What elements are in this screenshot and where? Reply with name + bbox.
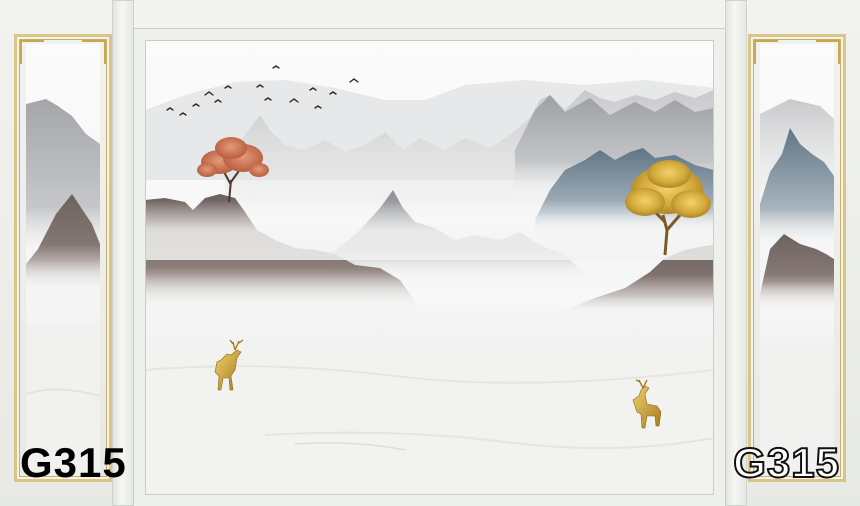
right-frame-corner-ornament — [754, 40, 778, 64]
product-code-left: G315 — [20, 439, 127, 486]
right-frame-corner-ornament — [816, 40, 840, 64]
left-panel-frame — [14, 34, 112, 482]
left-pilaster — [112, 0, 134, 506]
right-panel-frame — [748, 34, 846, 482]
main-mural-frame — [134, 29, 725, 506]
mural-preview: G315 G315 — [0, 0, 860, 506]
left-frame-corner-ornament — [20, 40, 44, 64]
right-pilaster — [725, 0, 747, 506]
left-frame-corner-ornament — [82, 40, 106, 64]
product-code-right: G315 — [732, 439, 840, 486]
